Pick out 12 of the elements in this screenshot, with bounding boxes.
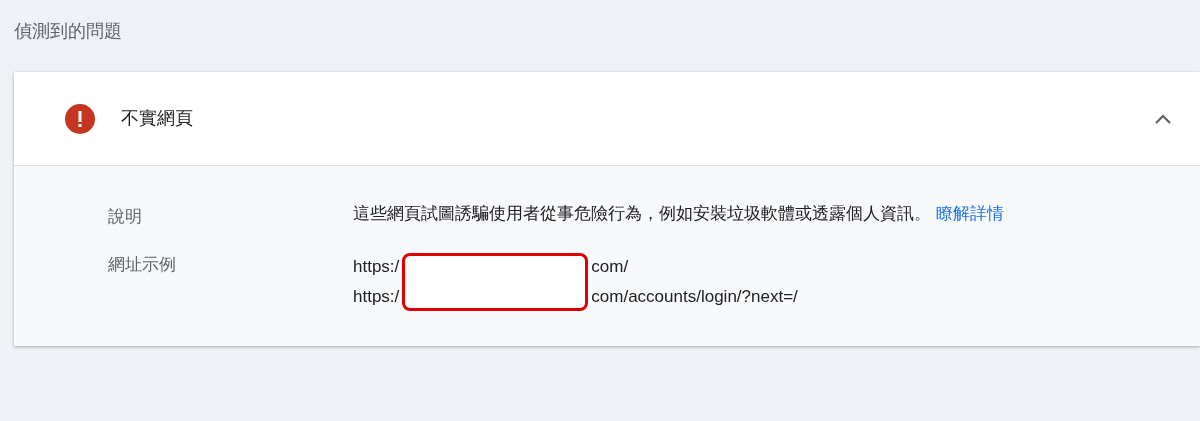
description-text: 這些網頁試圖誘騙使用者從事危險行為，例如安裝垃圾軟體或透露個人資訊。 瞭解詳情 [353, 203, 1005, 225]
url-suffix: com/accounts/login/?next=/ [591, 285, 798, 308]
url-suffix: com/ [591, 255, 630, 278]
learn-more-link[interactable]: 瞭解詳情 [935, 204, 1004, 223]
detail-label: 說明 [107, 206, 143, 228]
section-title: 偵測到的問題 [14, 21, 122, 41]
detail-label: 網址示例 [107, 253, 177, 276]
url-prefix: https:/ [353, 285, 400, 308]
url-prefix: https:/ [353, 255, 400, 278]
issue-title: 不實網頁 [121, 107, 193, 130]
error-icon [65, 103, 95, 134]
chevron-up-icon [1154, 112, 1172, 125]
